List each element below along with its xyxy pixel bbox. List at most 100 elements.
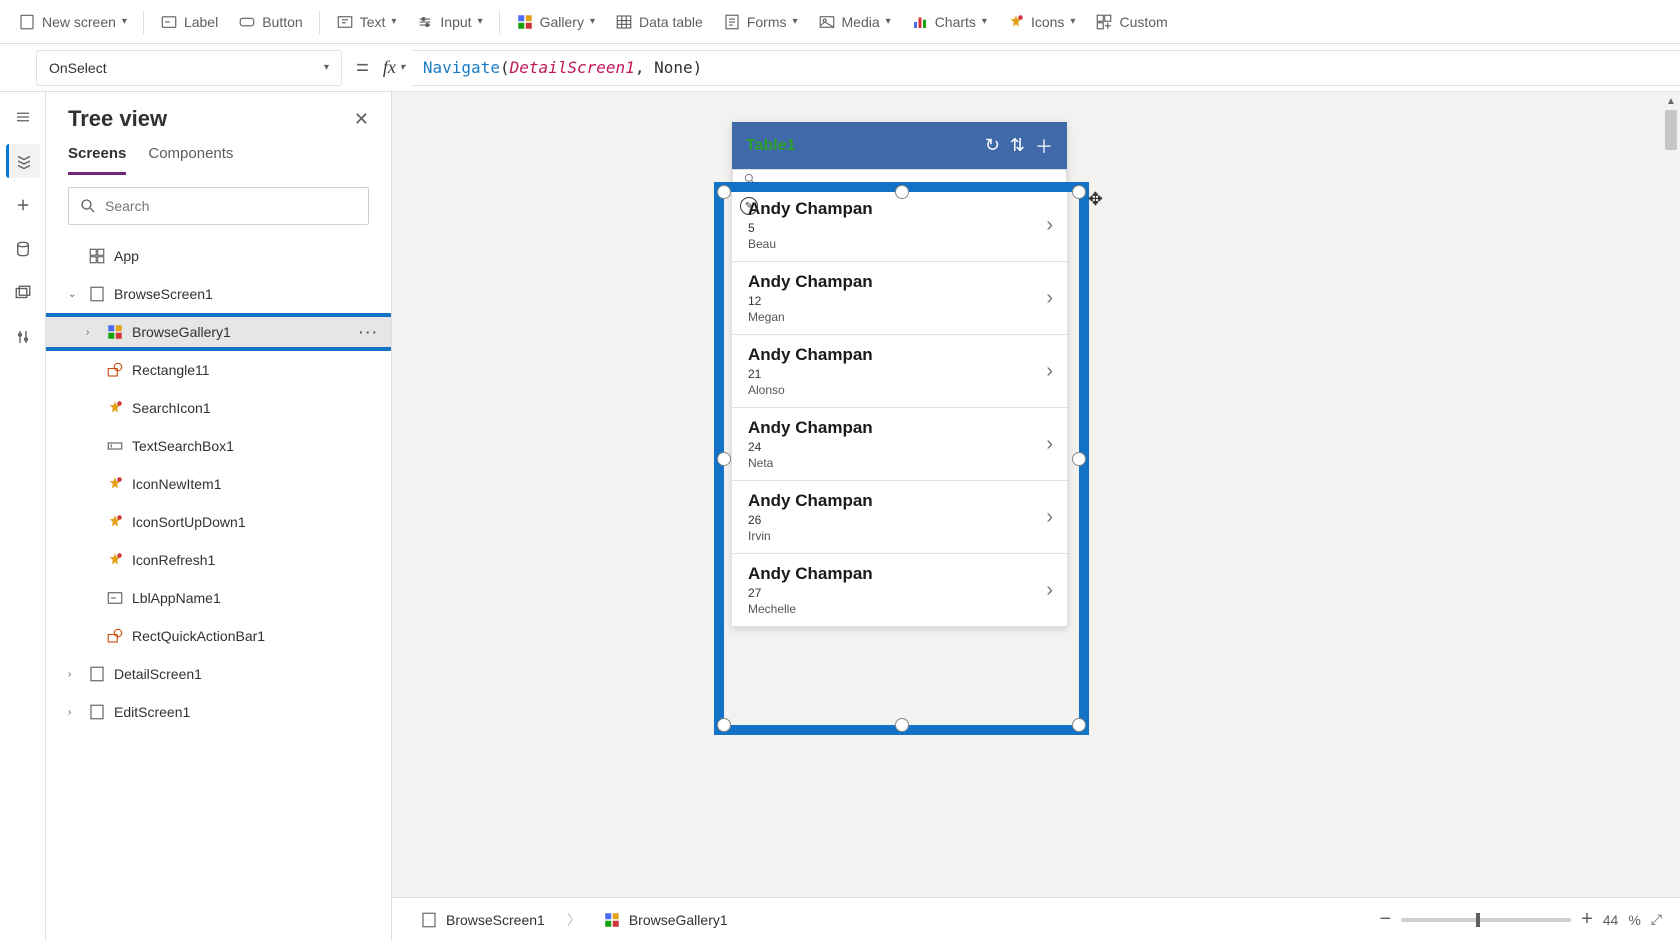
node-detailscreen[interactable]: › DetailScreen1	[46, 655, 391, 693]
node-searchicon[interactable]: SearchIcon1	[46, 389, 391, 427]
forms-dropdown[interactable]: Forms▾	[713, 7, 808, 37]
resize-handle[interactable]	[1072, 718, 1086, 732]
add-icon[interactable]: ＋	[1035, 133, 1053, 159]
resize-handle[interactable]	[895, 718, 909, 732]
node-rectquick[interactable]: RectQuickActionBar1	[46, 617, 391, 655]
chevron-right-icon[interactable]: ›	[86, 327, 98, 338]
close-icon[interactable]: ✕	[354, 109, 369, 130]
chevron-down-icon: ▾	[122, 16, 127, 27]
node-browsescreen[interactable]: ⌄ BrowseScreen1	[46, 275, 391, 313]
button-icon	[238, 13, 256, 31]
input-dropdown[interactable]: Input▾	[406, 7, 492, 37]
chevron-down-icon: ▾	[324, 62, 329, 73]
design-canvas[interactable]: ▲ ▼ Table1 ↻ ⇅ ＋ ✎ Andy Champan 5	[392, 92, 1680, 941]
icons-icon	[106, 513, 124, 531]
gallery-item[interactable]: Andy Champan24Neta›	[732, 408, 1067, 481]
rail-insert[interactable]	[6, 188, 40, 222]
chevron-right-icon[interactable]: ›	[1046, 214, 1053, 237]
node-editscreen[interactable]: › EditScreen1	[46, 693, 391, 731]
table-icon	[615, 13, 633, 31]
media-dropdown[interactable]: Media▾	[808, 7, 901, 37]
app-title-label: Table1	[746, 137, 975, 155]
node-textsearchbox[interactable]: TextSearchBox1	[46, 427, 391, 465]
left-rail	[0, 92, 46, 941]
fx-label[interactable]: fx▾	[383, 57, 413, 78]
more-icon[interactable]: ···	[359, 324, 379, 340]
node-rectangle[interactable]: Rectangle11	[46, 351, 391, 389]
gallery-item[interactable]: Andy Champan27Mechelle›	[732, 554, 1067, 627]
button-button[interactable]: Button	[228, 7, 312, 37]
tree-view-title: Tree view	[68, 106, 167, 132]
rail-media[interactable]	[6, 276, 40, 310]
gallery-item[interactable]: Andy Champan12Megan›	[732, 262, 1067, 335]
resize-handle[interactable]	[717, 185, 731, 199]
rail-data[interactable]	[6, 232, 40, 266]
chevron-right-icon[interactable]: ›	[68, 707, 80, 718]
datatable-button[interactable]: Data table	[605, 7, 713, 37]
rail-hamburger[interactable]	[6, 100, 40, 134]
browse-gallery[interactable]: ✎ Andy Champan 5 Beau › Andy Champan12Me…	[732, 189, 1067, 627]
zoom-in-button[interactable]: +	[1581, 908, 1593, 931]
gallery-item[interactable]: ✎ Andy Champan 5 Beau ›	[732, 189, 1067, 262]
resize-handle[interactable]	[717, 452, 731, 466]
label-icon	[160, 13, 178, 31]
charts-icon	[911, 13, 929, 31]
node-iconnewitem[interactable]: IconNewItem1	[46, 465, 391, 503]
node-iconsortupdown[interactable]: IconSortUpDown1	[46, 503, 391, 541]
move-cursor-icon: ✥	[1088, 189, 1103, 210]
tree-search-input[interactable]	[105, 198, 358, 214]
screen-icon	[88, 285, 106, 303]
node-app[interactable]: App	[46, 237, 391, 275]
chevron-right-icon[interactable]: ›	[1046, 579, 1053, 602]
fit-to-screen-button[interactable]: ⤢	[1651, 911, 1662, 928]
node-browsegallery[interactable]: › BrowseGallery1 ···	[46, 313, 391, 351]
edit-template-icon[interactable]: ✎	[740, 197, 758, 215]
search-bar[interactable]	[732, 169, 1067, 189]
chevron-right-icon[interactable]: ›	[68, 669, 80, 680]
formula-input[interactable]: Navigate(DetailScreen1, None)	[413, 50, 1680, 86]
new-screen-button[interactable]: New screen ▾	[8, 7, 137, 37]
zoom-out-button[interactable]: −	[1379, 908, 1391, 931]
gallery-item[interactable]: Andy Champan26Irvin›	[732, 481, 1067, 554]
resize-handle[interactable]	[717, 718, 731, 732]
tab-components[interactable]: Components	[148, 142, 233, 175]
refresh-icon[interactable]: ↻	[985, 135, 1000, 156]
sort-icon[interactable]: ⇅	[1010, 135, 1025, 156]
charts-dropdown[interactable]: Charts▾	[901, 7, 997, 37]
chevron-right-icon[interactable]: ›	[1046, 433, 1053, 456]
resize-handle[interactable]	[1072, 452, 1086, 466]
rail-tree-view[interactable]	[6, 144, 40, 178]
chevron-right-icon[interactable]: ›	[1046, 506, 1053, 529]
phone-preview[interactable]: Table1 ↻ ⇅ ＋ ✎ Andy Champan 5 Beau ›	[732, 122, 1067, 627]
shape-icon	[106, 627, 124, 645]
screen-icon	[420, 911, 438, 929]
textinput-icon	[106, 437, 124, 455]
label-button[interactable]: Label	[150, 7, 228, 37]
icons-icon	[106, 399, 124, 417]
rail-advanced[interactable]	[6, 320, 40, 354]
custom-dropdown[interactable]: Custom	[1085, 7, 1177, 37]
zoom-unit: %	[1628, 912, 1640, 928]
shape-icon	[106, 361, 124, 379]
icons-dropdown[interactable]: Icons▾	[997, 7, 1086, 37]
breadcrumb-screen[interactable]: BrowseScreen1	[410, 907, 555, 933]
text-dropdown[interactable]: Text▾	[326, 7, 407, 37]
gallery-dropdown[interactable]: Gallery▾	[506, 7, 605, 37]
tree-search[interactable]	[68, 187, 369, 225]
input-icon	[416, 13, 434, 31]
zoom-slider[interactable]	[1401, 918, 1571, 922]
node-iconrefresh[interactable]: IconRefresh1	[46, 541, 391, 579]
icons-icon	[106, 475, 124, 493]
vertical-scrollbar[interactable]: ▲ ▼	[1662, 92, 1680, 941]
resize-handle[interactable]	[1072, 185, 1086, 199]
tab-screens[interactable]: Screens	[68, 142, 126, 175]
property-selector[interactable]: OnSelect ▾	[36, 50, 342, 86]
node-lblappname[interactable]: LblAppName1	[46, 579, 391, 617]
gallery-item[interactable]: Andy Champan21Alonso›	[732, 335, 1067, 408]
breadcrumb-gallery[interactable]: BrowseGallery1	[593, 907, 738, 933]
chevron-right-icon[interactable]: ›	[1046, 287, 1053, 310]
chevron-right-icon[interactable]: ›	[1046, 360, 1053, 383]
item-subtitle: Beau	[748, 237, 1046, 251]
screen-icon	[18, 13, 36, 31]
chevron-down-icon[interactable]: ⌄	[68, 289, 80, 300]
